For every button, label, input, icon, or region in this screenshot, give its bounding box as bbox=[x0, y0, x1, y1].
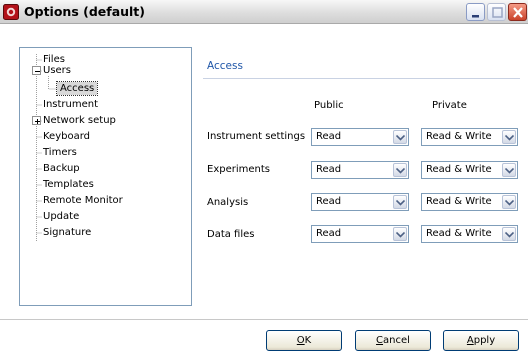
apply-button[interactable]: Apply bbox=[443, 330, 519, 351]
chevron-down-icon[interactable] bbox=[502, 130, 516, 144]
tree-item-label: Backup bbox=[43, 163, 80, 174]
tree-item-label: Update bbox=[43, 211, 80, 222]
public-access-select-instrument-settings[interactable]: Read bbox=[311, 128, 409, 146]
collapse-icon[interactable] bbox=[32, 66, 41, 75]
column-header-private: Private bbox=[432, 100, 467, 111]
cancel-button[interactable]: Cancel bbox=[355, 330, 431, 351]
select-value: Read bbox=[316, 164, 342, 175]
private-access-select-experiments[interactable]: Read & Write bbox=[421, 161, 518, 179]
tree-item-label: Timers bbox=[43, 147, 77, 158]
tree-item-label: Signature bbox=[43, 227, 92, 238]
apply-label-rest: pply bbox=[473, 335, 496, 346]
public-access-select-analysis[interactable]: Read bbox=[311, 193, 409, 211]
ok-label-rest: K bbox=[304, 335, 312, 346]
select-value: Read bbox=[316, 228, 342, 239]
tree-item-label: Access bbox=[55, 81, 99, 96]
close-button[interactable] bbox=[508, 3, 527, 21]
private-access-select-instrument-settings[interactable]: Read & Write bbox=[421, 128, 518, 146]
row-label-analysis: Analysis bbox=[207, 197, 249, 208]
ok-button[interactable]: OK bbox=[266, 330, 342, 351]
minimize-button[interactable] bbox=[466, 3, 485, 21]
title-bar: Options (default) bbox=[0, 0, 528, 24]
chevron-down-icon[interactable] bbox=[393, 195, 407, 209]
chevron-down-icon[interactable] bbox=[393, 130, 407, 144]
row-label-experiments: Experiments bbox=[207, 164, 270, 175]
footer-divider bbox=[0, 319, 528, 320]
column-header-public: Public bbox=[314, 100, 344, 111]
maximize-button[interactable] bbox=[487, 3, 506, 21]
chevron-down-icon[interactable] bbox=[393, 227, 407, 241]
chevron-down-icon[interactable] bbox=[502, 195, 516, 209]
ok-accelerator: O bbox=[296, 335, 305, 346]
public-access-select-experiments[interactable]: Read bbox=[311, 161, 409, 179]
tree-item-label: Remote Monitor bbox=[43, 195, 123, 206]
tree-item-label: Templates bbox=[43, 179, 94, 190]
section-title: Access bbox=[207, 60, 243, 72]
options-tree[interactable]: Files Users Access Instrument Network se… bbox=[19, 47, 192, 306]
select-value: Read & Write bbox=[426, 196, 492, 207]
tree-item-label: Users bbox=[43, 65, 72, 76]
private-access-select-analysis[interactable]: Read & Write bbox=[421, 193, 518, 211]
tree-item-label: Keyboard bbox=[43, 131, 91, 142]
public-access-select-data-files[interactable]: Read bbox=[311, 225, 409, 243]
cancel-label-rest: ancel bbox=[383, 335, 410, 346]
close-icon bbox=[513, 7, 523, 18]
tree-item-label: Instrument bbox=[43, 99, 99, 110]
select-value: Read & Write bbox=[426, 228, 492, 239]
private-access-select-data-files[interactable]: Read & Write bbox=[421, 225, 518, 243]
select-value: Read & Write bbox=[426, 131, 492, 142]
chevron-down-icon[interactable] bbox=[502, 227, 516, 241]
row-label-data-files: Data files bbox=[207, 229, 255, 240]
select-value: Read bbox=[316, 196, 342, 207]
section-divider bbox=[203, 78, 520, 79]
chevron-down-icon[interactable] bbox=[502, 163, 516, 177]
row-label-instrument-settings: Instrument settings bbox=[207, 131, 306, 142]
select-value: Read bbox=[316, 131, 342, 142]
select-value: Read & Write bbox=[426, 164, 492, 175]
tree-item-label: Network setup bbox=[43, 115, 116, 126]
apply-accelerator: A bbox=[466, 335, 474, 346]
app-icon bbox=[3, 4, 19, 20]
chevron-down-icon[interactable] bbox=[393, 163, 407, 177]
cancel-accelerator: C bbox=[376, 335, 384, 346]
expand-icon[interactable] bbox=[32, 116, 41, 125]
window-title: Options (default) bbox=[24, 4, 145, 19]
